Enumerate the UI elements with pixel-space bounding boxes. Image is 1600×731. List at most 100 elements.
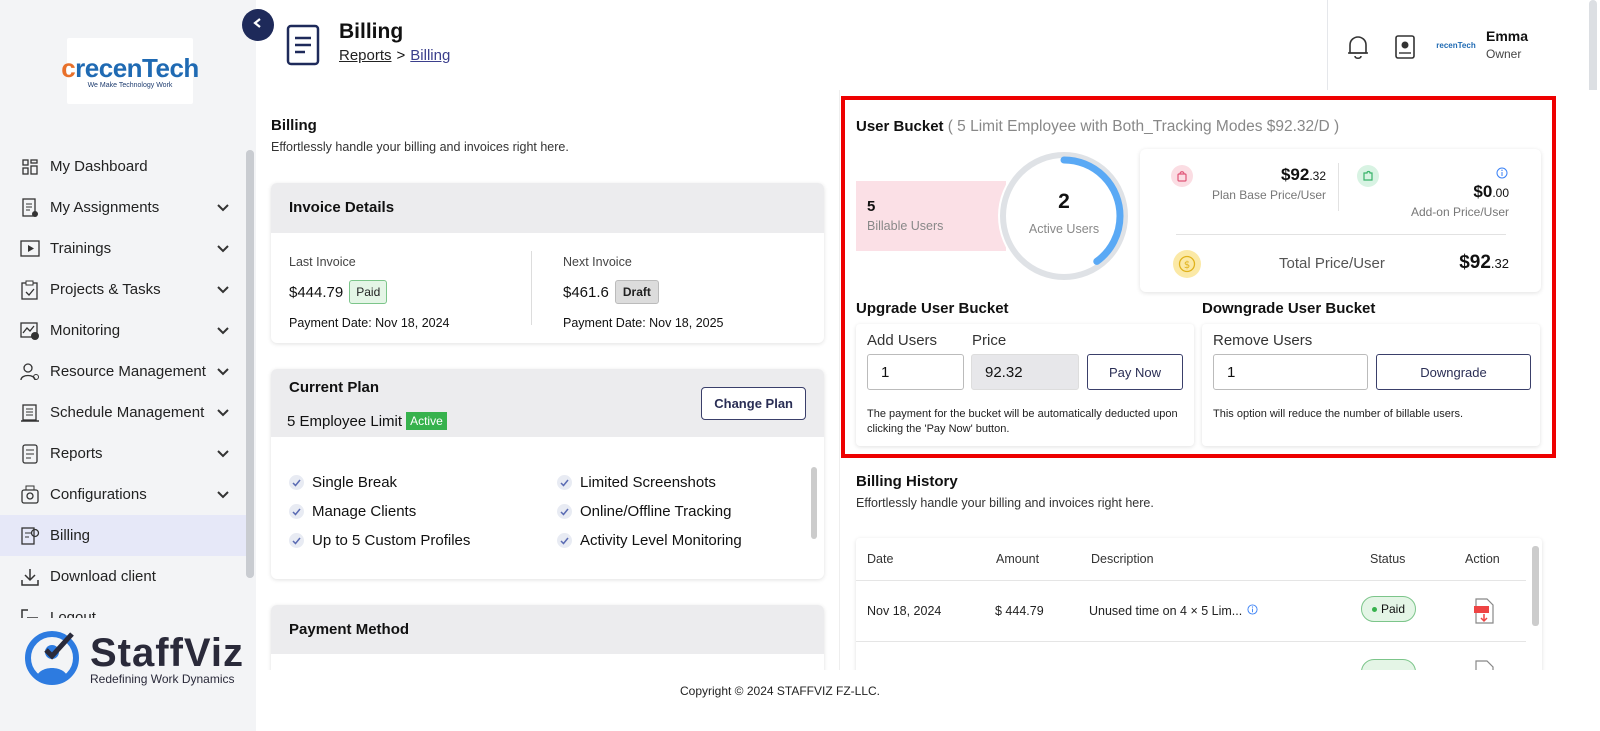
- active-users-gauge: 2 Active Users: [996, 148, 1132, 284]
- remove-users-input[interactable]: 1: [1213, 354, 1368, 390]
- downgrade-note: This option will reduce the number of bi…: [1213, 408, 1464, 420]
- row-amount: $ 444.79: [995, 604, 1044, 618]
- table-header-divider: [856, 580, 1526, 581]
- invoice-details-card: Invoice Details Last Invoice $444.79 Paid…: [271, 183, 824, 343]
- row-date: Nov 18, 2024: [867, 604, 942, 618]
- billing-history-table: Date Amount Description Status Action No…: [856, 538, 1542, 670]
- sidebar-item-trainings[interactable]: Trainings: [0, 228, 250, 269]
- sidebar-scrollbar-thumb[interactable]: [246, 150, 254, 578]
- sidebar-item-reports[interactable]: Reports: [0, 433, 250, 474]
- sidebar-item-resource-management[interactable]: Resource Management: [0, 351, 250, 392]
- pay-now-button[interactable]: Pay Now: [1087, 354, 1183, 390]
- company-logo: crecenTech We Make Technology Work: [61, 38, 199, 104]
- svg-text:$: $: [1184, 260, 1190, 271]
- check-icon: [289, 475, 304, 490]
- current-plan-card: Current Plan 5 Employee Limit Active Chan…: [271, 369, 824, 579]
- logout-icon: [19, 607, 41, 618]
- puzzle-icon: [1357, 165, 1379, 187]
- collapse-sidebar-button[interactable]: [242, 9, 274, 41]
- left-column: Billing Effortlessly handle your billing…: [256, 90, 839, 670]
- user-name: Emma: [1486, 28, 1529, 44]
- upgrade-note: The payment for the bucket will be autom…: [867, 408, 1178, 435]
- sidebar-item-billing[interactable]: Billing: [0, 515, 250, 556]
- chevron-down-icon: [216, 241, 230, 258]
- user-menu[interactable]: Emma Owner: [1486, 28, 1528, 61]
- list-item: Manage Clients: [289, 503, 416, 520]
- sidebar-item-download-client[interactable]: Download client: [0, 556, 250, 597]
- chevron-down-icon: [216, 487, 230, 504]
- downgrade-button[interactable]: Downgrade: [1376, 354, 1531, 390]
- sidebar-item-my-dashboard[interactable]: My Dashboard: [0, 146, 250, 187]
- copyright-text: Copyright © 2024 STAFFVIZ FZ-LLC.: [679, 684, 880, 698]
- sidebar-item-label: Reports: [50, 445, 103, 462]
- breadcrumb-billing-link[interactable]: Billing: [410, 47, 450, 64]
- billing-icon: [19, 525, 41, 547]
- price-label: Price: [972, 332, 1007, 349]
- sidebar-item-label: Resource Management: [50, 363, 206, 380]
- sidebar-item-configurations[interactable]: Configurations: [0, 474, 250, 515]
- total-price-label: Total Price/User: [1279, 255, 1385, 272]
- features-scrollbar[interactable]: [811, 467, 817, 539]
- breadcrumb-reports-link[interactable]: Reports: [339, 47, 392, 64]
- page-header: Billing Reports > Billing recenTech Emma…: [256, 0, 1600, 400]
- add-users-input[interactable]: 1: [867, 354, 964, 390]
- sidebar-nav: My Dashboard My Assignments Trainings Pr…: [0, 146, 250, 618]
- chevron-down-icon: [216, 446, 230, 463]
- sidebar-item-label: Schedule Management: [50, 404, 205, 421]
- staffviz-mark-icon: [25, 631, 79, 685]
- avatar[interactable]: recenTech: [1435, 34, 1477, 56]
- next-invoice-amount: $461.6: [563, 283, 609, 301]
- column-header-date: Date: [867, 552, 894, 566]
- staffviz-logo: StaffViz Redefining Work Dynamics: [24, 630, 244, 688]
- table-scrollbar[interactable]: [1532, 546, 1539, 626]
- assignment-icon: [19, 197, 41, 219]
- clipboard-check-icon: [19, 279, 41, 301]
- sidebar-item-label: Projects & Tasks: [50, 281, 161, 298]
- sidebar-item-my-assignments[interactable]: My Assignments: [0, 187, 250, 228]
- sidebar-item-projects-tasks[interactable]: Projects & Tasks: [0, 269, 250, 310]
- pdf-download-icon[interactable]: [1473, 660, 1495, 670]
- check-icon: [289, 504, 304, 519]
- current-plan-title: Current Plan: [289, 379, 380, 396]
- sidebar-item-monitoring[interactable]: Monitoring: [0, 310, 250, 351]
- sidebar-scrollbar[interactable]: [246, 150, 254, 578]
- sidebar-item-logout[interactable]: Logout: [0, 597, 250, 618]
- sidebar-item-schedule-management[interactable]: Schedule Management: [0, 392, 250, 433]
- notebook-settings-icon[interactable]: [1393, 34, 1417, 65]
- addon-price-label: Add-on Price/User: [1410, 205, 1509, 219]
- header-divider: [1327, 0, 1328, 90]
- play-icon: [19, 238, 41, 260]
- status-badge: Paid: [1361, 596, 1416, 622]
- billing-title: Billing: [271, 117, 317, 134]
- payment-method-card: Payment Method: [271, 605, 824, 670]
- report-doc-icon: [19, 443, 41, 465]
- check-icon: [557, 504, 572, 519]
- list-item: Single Break: [289, 474, 397, 491]
- chevron-left-icon: [252, 16, 264, 34]
- column-header-amount: Amount: [996, 552, 1040, 566]
- right-column: User Bucket ( 5 Limit Employee with Both…: [839, 90, 1600, 670]
- download-icon: [19, 566, 41, 588]
- list-item: Activity Level Monitoring: [557, 532, 742, 549]
- list-item: Limited Screenshots: [557, 474, 716, 491]
- upgrade-bucket-card: Add Users Price 1 92.32 Pay Now The paym…: [856, 324, 1194, 446]
- check-icon: [557, 533, 572, 548]
- active-users-label: Active Users: [1028, 222, 1100, 236]
- sidebar: crecenTech We Make Technology Work My Da…: [0, 0, 256, 731]
- info-icon[interactable]: [1247, 604, 1258, 618]
- document-icon: [286, 24, 320, 71]
- active-users-count: 2: [1058, 190, 1070, 213]
- pdf-download-icon[interactable]: [1473, 598, 1495, 629]
- billing-history-title: Billing History: [856, 473, 958, 490]
- chevron-down-icon: [216, 200, 230, 217]
- remove-users-label: Remove Users: [1213, 332, 1313, 349]
- change-plan-button[interactable]: Change Plan: [701, 387, 806, 420]
- user-bucket-description: ( 5 Limit Employee with Both_Tracking Mo…: [947, 118, 1340, 135]
- billable-users-count: 5: [867, 198, 876, 215]
- billing-subtitle: Effortlessly handle your billing and inv…: [271, 140, 569, 154]
- bell-icon[interactable]: [1346, 34, 1370, 65]
- sidebar-item-label: Monitoring: [50, 322, 121, 339]
- row-description: Unused time on 4 × 5 Lim...: [1089, 604, 1258, 618]
- billing-history-subtitle: Effortlessly handle your billing and inv…: [856, 496, 1154, 510]
- downgrade-bucket-card: Remove Users 1 Downgrade This option wil…: [1202, 324, 1540, 446]
